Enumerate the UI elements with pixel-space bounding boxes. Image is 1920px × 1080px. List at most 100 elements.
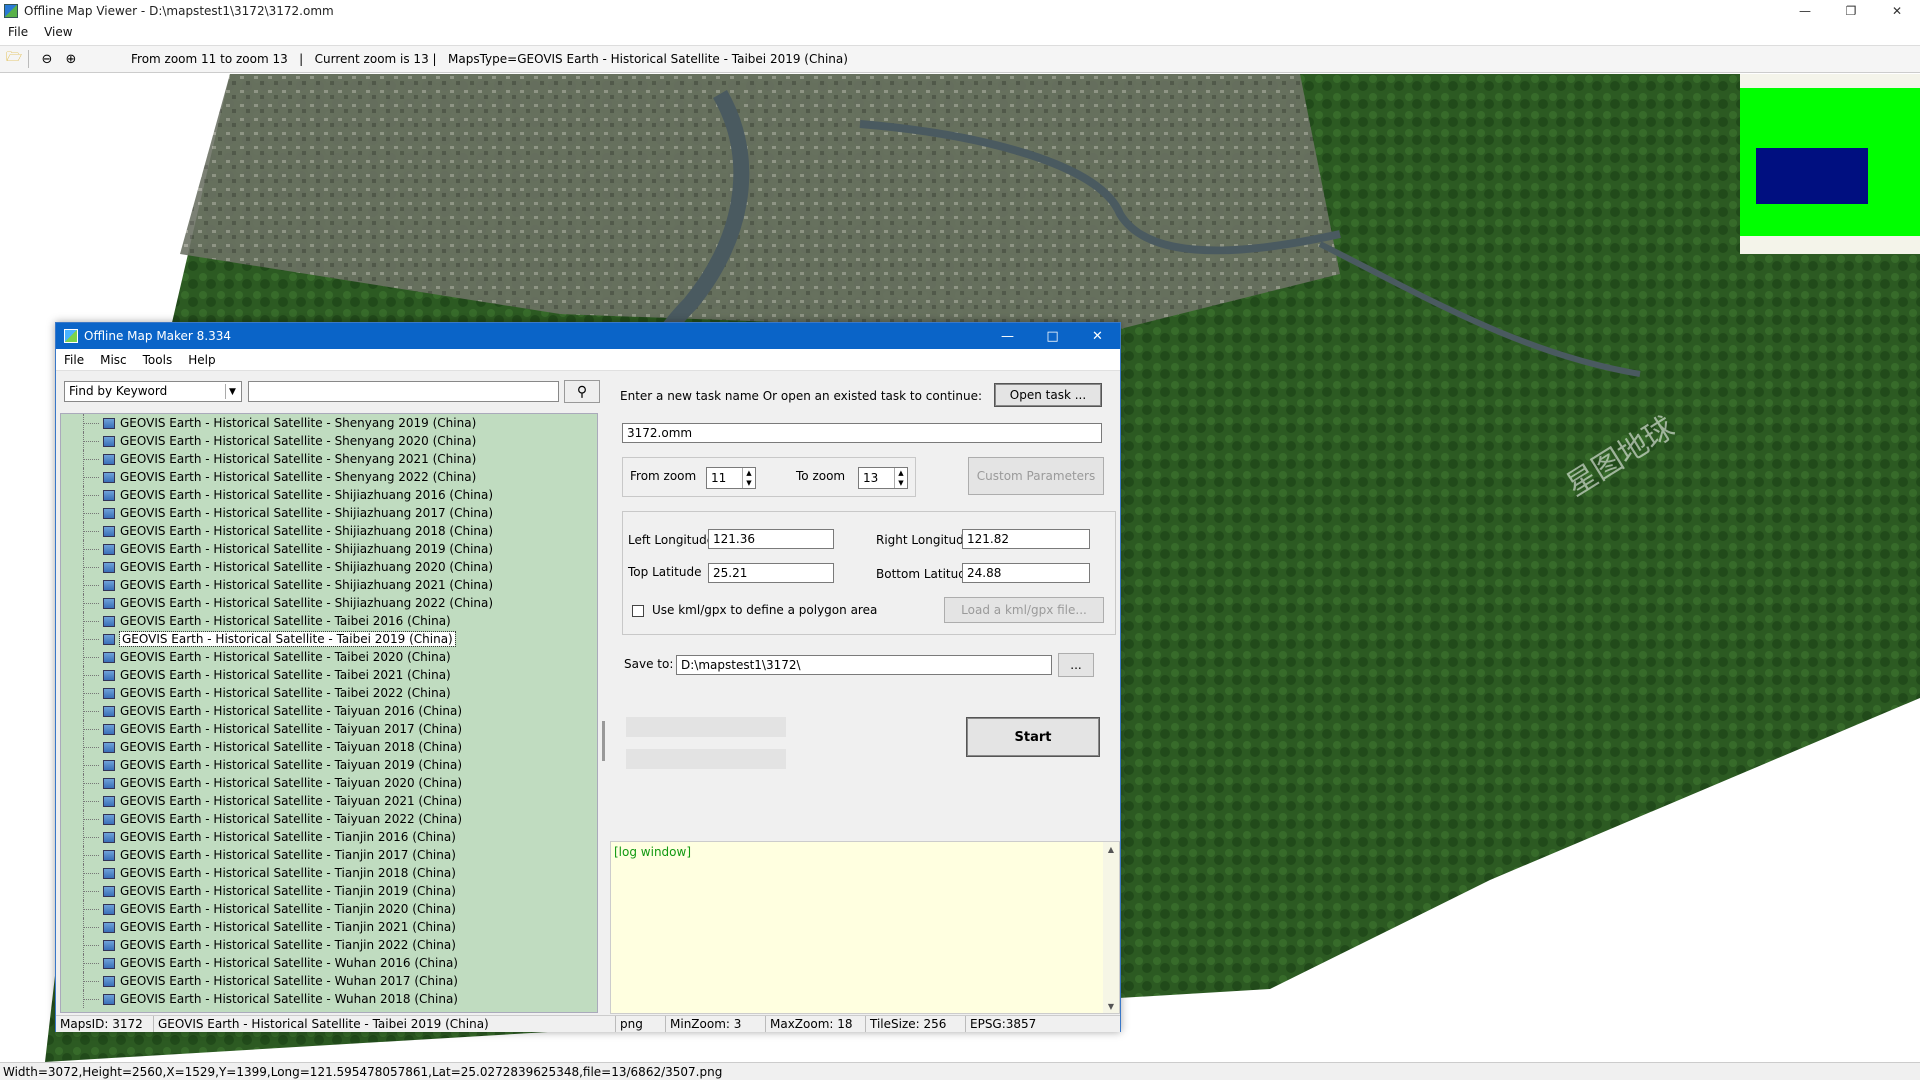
map-layer-icon — [103, 831, 115, 843]
search-input[interactable] — [248, 381, 559, 402]
list-item[interactable]: GEOVIS Earth - Historical Satellite - Sh… — [61, 558, 597, 576]
log-window[interactable]: [log window] ▲ ▼ — [610, 841, 1120, 1014]
map-layer-icon — [103, 615, 115, 627]
list-item[interactable]: GEOVIS Earth - Historical Satellite - Ta… — [61, 702, 597, 720]
bottom-latitude-field[interactable]: 24.88 — [962, 563, 1090, 583]
from-zoom-stepper[interactable]: 11 ▲ ▼ — [706, 467, 756, 489]
list-item[interactable]: GEOVIS Earth - Historical Satellite - Ta… — [61, 648, 597, 666]
dialog-menu-tools[interactable]: Tools — [135, 353, 181, 367]
list-item[interactable]: GEOVIS Earth - Historical Satellite - Ti… — [61, 882, 597, 900]
dialog-maximize-icon[interactable]: □ — [1030, 323, 1075, 349]
tree-guide-line — [83, 567, 99, 568]
tree-guide-line — [83, 423, 99, 424]
list-item-label: GEOVIS Earth - Historical Satellite - Sh… — [120, 416, 477, 430]
menu-file[interactable]: File — [0, 25, 36, 39]
dialog-minimize-icon[interactable]: — — [985, 323, 1030, 349]
bottom-latitude-value: 24.88 — [967, 566, 1002, 580]
map-layer-icon — [103, 687, 115, 699]
list-item[interactable]: GEOVIS Earth - Historical Satellite - Ti… — [61, 900, 597, 918]
list-item[interactable]: GEOVIS Earth - Historical Satellite - Ti… — [61, 846, 597, 864]
menu-view[interactable]: View — [36, 25, 80, 39]
list-item-label: GEOVIS Earth - Historical Satellite - Sh… — [120, 596, 494, 610]
tree-guide-line — [83, 981, 99, 982]
list-item[interactable]: GEOVIS Earth - Historical Satellite - Ta… — [61, 792, 597, 810]
scroll-down-icon[interactable]: ▼ — [1103, 999, 1119, 1013]
search-button[interactable]: ⚲ — [564, 380, 600, 403]
list-item-label: GEOVIS Earth - Historical Satellite - Sh… — [120, 578, 494, 592]
list-item[interactable]: GEOVIS Earth - Historical Satellite - Ti… — [61, 828, 597, 846]
list-item[interactable]: GEOVIS Earth - Historical Satellite - Wu… — [61, 990, 597, 1008]
dialog-app-icon — [64, 329, 78, 343]
list-item[interactable]: GEOVIS Earth - Historical Satellite - Sh… — [61, 576, 597, 594]
to-zoom-stepper[interactable]: 13 ▲ ▼ — [858, 467, 908, 489]
list-item[interactable]: GEOVIS Earth - Historical Satellite - Ti… — [61, 936, 597, 954]
map-layer-icon — [103, 651, 115, 663]
list-item[interactable]: GEOVIS Earth - Historical Satellite - Sh… — [61, 504, 597, 522]
list-item[interactable]: GEOVIS Earth - Historical Satellite - Sh… — [61, 594, 597, 612]
list-item[interactable]: GEOVIS Earth - Historical Satellite - Sh… — [61, 450, 597, 468]
scroll-up-icon[interactable]: ▲ — [1103, 842, 1119, 856]
list-item-label: GEOVIS Earth - Historical Satellite - Ta… — [120, 614, 451, 628]
list-item[interactable]: GEOVIS Earth - Historical Satellite - Ta… — [61, 720, 597, 738]
restore-icon[interactable]: ❐ — [1828, 0, 1874, 22]
save-to-field[interactable]: D:\mapstest1\3172\ — [676, 655, 1052, 675]
list-item[interactable]: GEOVIS Earth - Historical Satellite - Wu… — [61, 972, 597, 990]
list-item[interactable]: GEOVIS Earth - Historical Satellite - Ta… — [61, 684, 597, 702]
dialog-menu-help[interactable]: Help — [180, 353, 223, 367]
right-longitude-field[interactable]: 121.82 — [962, 529, 1090, 549]
close-icon[interactable]: ✕ — [1874, 0, 1920, 22]
dialog-menu-file[interactable]: File — [56, 353, 92, 367]
list-item[interactable]: GEOVIS Earth - Historical Satellite - Wu… — [61, 954, 597, 972]
map-layer-icon — [103, 579, 115, 591]
dialog-menu-misc[interactable]: Misc — [92, 353, 135, 367]
map-maker-dialog: Offline Map Maker 8.334 — □ ✕ File Misc … — [55, 322, 1121, 1032]
list-item[interactable]: GEOVIS Earth - Historical Satellite - Sh… — [61, 468, 597, 486]
tree-guide-line — [83, 747, 99, 748]
custom-parameters-button[interactable]: Custom Parameters — [968, 457, 1104, 495]
list-item[interactable]: GEOVIS Earth - Historical Satellite - Ta… — [61, 774, 597, 792]
list-item[interactable]: GEOVIS Earth - Historical Satellite - Ta… — [61, 810, 597, 828]
list-item[interactable]: GEOVIS Earth - Historical Satellite - Sh… — [61, 486, 597, 504]
list-item[interactable]: GEOVIS Earth - Historical Satellite - Ta… — [61, 756, 597, 774]
list-item[interactable]: GEOVIS Earth - Historical Satellite - Ta… — [61, 612, 597, 630]
task-name-value: 3172.omm — [627, 426, 693, 440]
list-item[interactable]: GEOVIS Earth - Historical Satellite - Sh… — [61, 414, 597, 432]
dialog-close-icon[interactable]: ✕ — [1075, 323, 1120, 349]
list-item[interactable]: GEOVIS Earth - Historical Satellite - Sh… — [61, 522, 597, 540]
stepper-arrows-icon[interactable]: ▲ ▼ — [742, 468, 755, 488]
list-item[interactable]: GEOVIS Earth - Historical Satellite - Sh… — [61, 540, 597, 558]
maps-tree[interactable]: GEOVIS Earth - Historical Satellite - Sh… — [60, 413, 598, 1013]
tree-guide-line — [83, 909, 99, 910]
find-mode-select[interactable]: Find by Keyword ▼ — [64, 381, 242, 402]
tree-guide-line — [83, 675, 99, 676]
tree-guide-line — [83, 945, 99, 946]
left-longitude-field[interactable]: 121.36 — [708, 529, 834, 549]
stepper-arrows-icon[interactable]: ▲ ▼ — [894, 468, 907, 488]
tree-guide-line — [83, 873, 99, 874]
list-item[interactable]: GEOVIS Earth - Historical Satellite - Sh… — [61, 432, 597, 450]
zoom-in-icon[interactable]: ⊕ — [61, 49, 81, 69]
top-latitude-field[interactable]: 25.21 — [708, 563, 834, 583]
minimap[interactable] — [1740, 74, 1920, 254]
splitter-handle[interactable] — [602, 721, 605, 761]
load-kml-button[interactable]: Load a kml/gpx file... — [944, 597, 1104, 623]
minimize-icon[interactable]: — — [1782, 0, 1828, 22]
list-item[interactable]: GEOVIS Earth - Historical Satellite - Ta… — [61, 738, 597, 756]
list-item[interactable]: GEOVIS Earth - Historical Satellite - Ti… — [61, 864, 597, 882]
browse-button[interactable]: ... — [1058, 653, 1094, 677]
kml-checkbox[interactable] — [632, 605, 644, 617]
dialog-titlebar[interactable]: Offline Map Maker 8.334 — □ ✕ — [56, 323, 1120, 349]
viewer-menubar: File View — [0, 22, 1920, 42]
zoom-out-icon[interactable]: ⊖ — [37, 49, 57, 69]
start-button[interactable]: Start — [966, 717, 1100, 757]
list-item[interactable]: GEOVIS Earth - Historical Satellite - Ti… — [61, 918, 597, 936]
list-item[interactable]: GEOVIS Earth - Historical Satellite - Ta… — [61, 666, 597, 684]
chevron-down-icon[interactable]: ▼ — [225, 384, 239, 399]
list-item[interactable]: GEOVIS Earth - Historical Satellite - Ta… — [61, 630, 597, 648]
log-scrollbar[interactable]: ▲ ▼ — [1103, 842, 1119, 1013]
task-name-field[interactable]: 3172.omm — [622, 423, 1102, 443]
minimap-viewport[interactable] — [1756, 148, 1868, 204]
start-label: Start — [1014, 729, 1052, 745]
open-folder-icon[interactable]: 🗁 — [4, 49, 24, 69]
open-task-button[interactable]: Open task ... — [994, 383, 1102, 407]
